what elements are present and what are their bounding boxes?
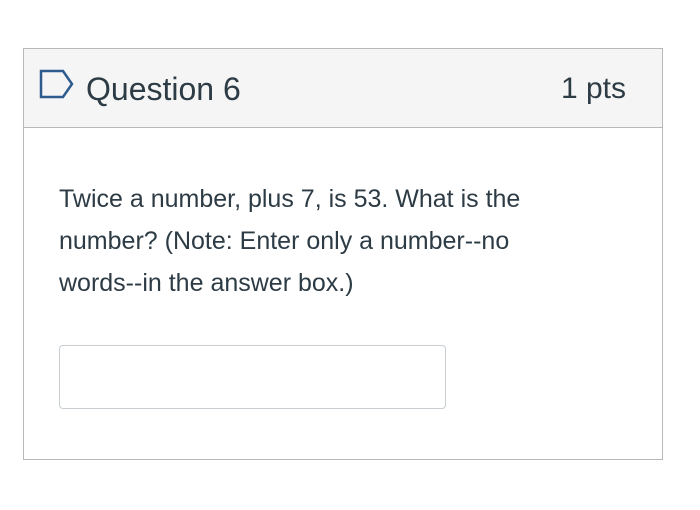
question-text: Twice a number, plus 7, is 53. What is t… <box>59 185 521 297</box>
flag-icon[interactable] <box>39 69 75 99</box>
answer-input[interactable] <box>59 345 446 409</box>
question-points: 1 pts <box>560 72 626 105</box>
question-title: Question 6 <box>86 71 241 107</box>
question-card: Question 6 1 pts Twice a number, plus 7,… <box>23 48 663 460</box>
question-header: Question 6 1 pts <box>24 49 662 128</box>
